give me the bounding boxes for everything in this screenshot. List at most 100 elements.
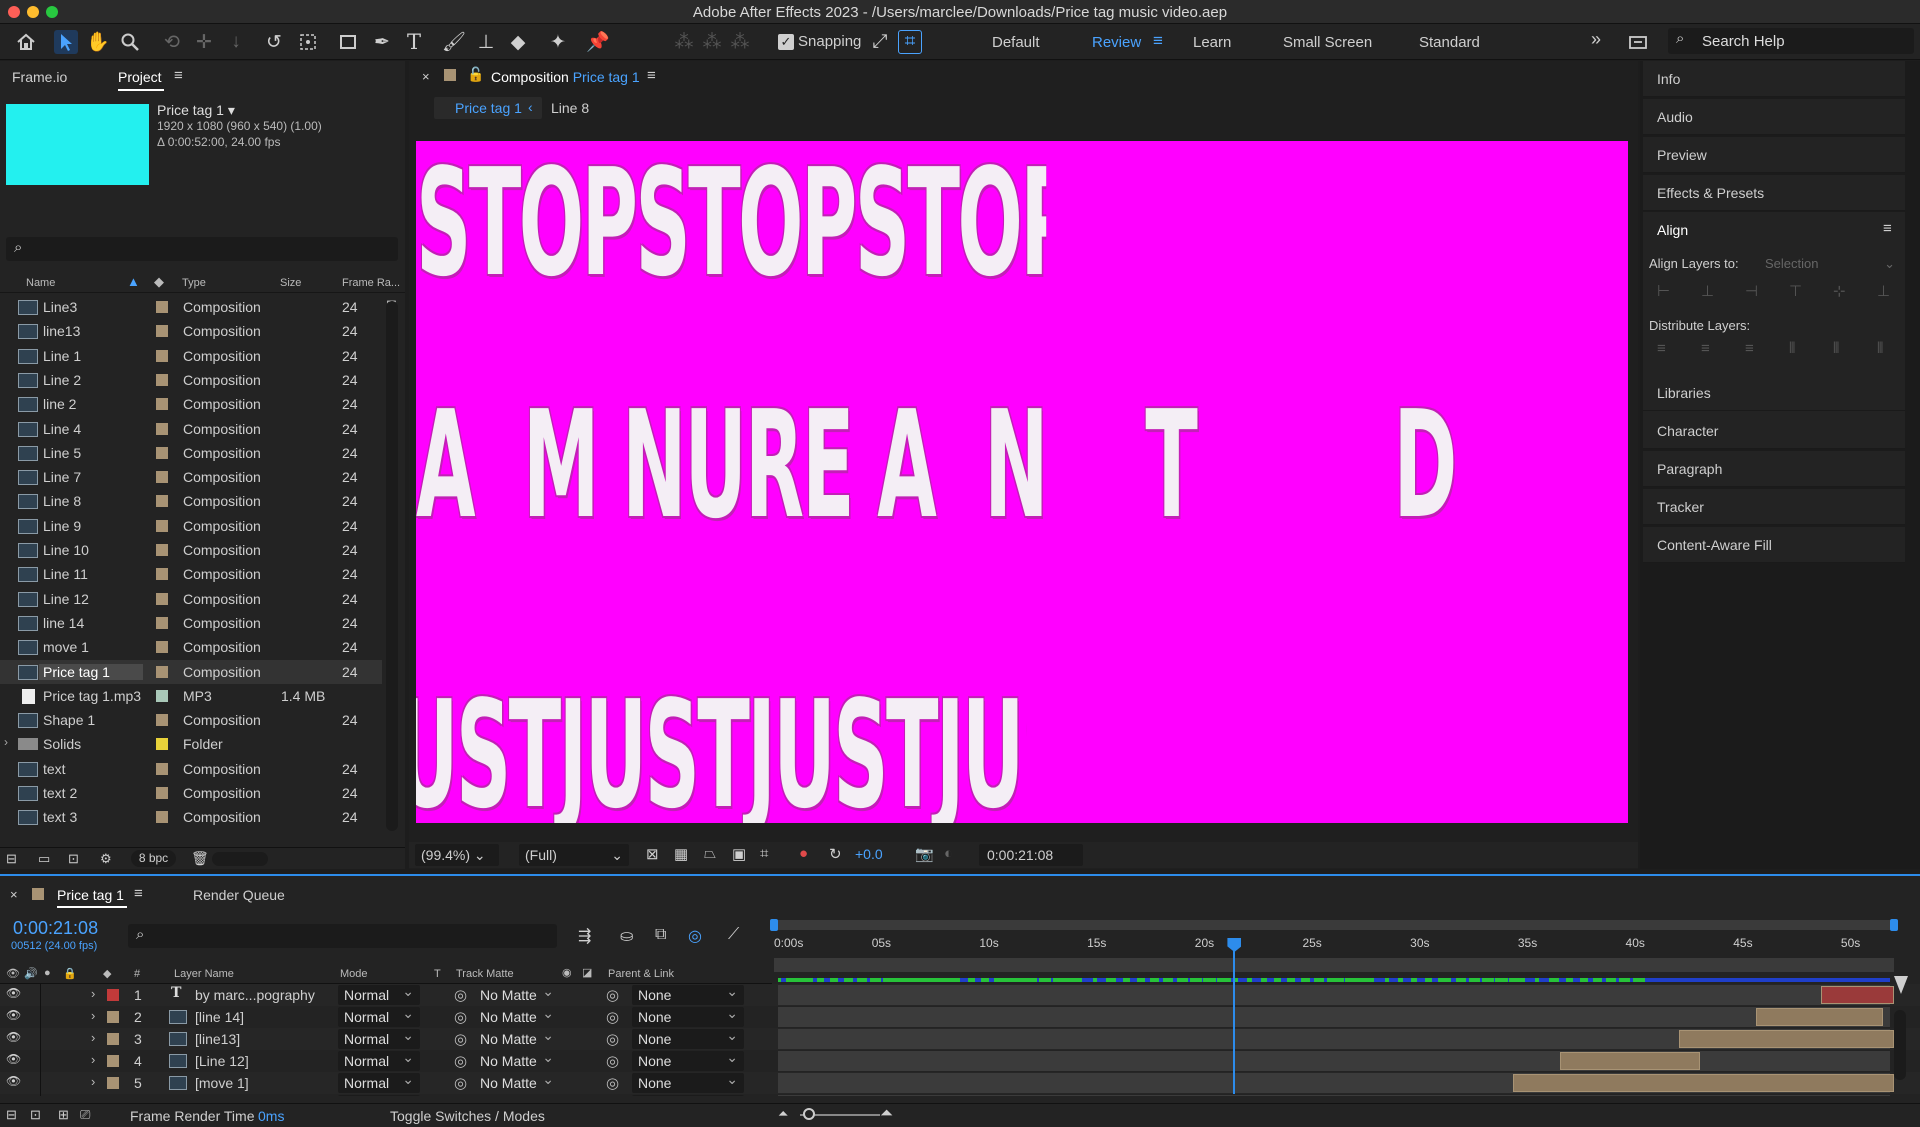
share-icon[interactable] <box>1626 30 1650 54</box>
mask-visibility-icon[interactable]: ⏢ <box>704 845 716 862</box>
interpret-footage-icon[interactable]: ⊟ <box>6 851 17 867</box>
label-swatch[interactable] <box>156 373 168 386</box>
distribute-hcenter-icon[interactable]: ⫴ <box>1833 340 1839 357</box>
magnification-dropdown[interactable]: (99.4%) ⌄ <box>415 844 499 866</box>
toggle-switches-modes[interactable]: Toggle Switches / Modes <box>390 1108 545 1124</box>
track-matte-dropdown[interactable]: No Matte <box>474 1005 558 1027</box>
column-frame-rate[interactable]: Frame Ra... <box>342 277 400 289</box>
render-pane-icon[interactable]: ⎚ <box>80 1107 90 1123</box>
workspace-menu-icon[interactable]: ≡ <box>1153 31 1163 51</box>
zoom-out-icon[interactable]: ⏶ <box>778 1106 788 1122</box>
label-swatch[interactable] <box>156 471 168 484</box>
project-item[interactable]: Price tag 1.mp3 MP3 1.4 MB <box>0 684 382 708</box>
layer-row[interactable]: 👁›6[text 3]Normal◎No Matte◎None <box>0 1093 1920 1096</box>
align-bottom-icon[interactable]: ⊥ <box>1877 282 1890 300</box>
label-swatch[interactable] <box>156 689 168 702</box>
layer-duration-bar[interactable] <box>1512 1074 1894 1092</box>
label-swatch[interactable] <box>156 787 168 799</box>
expand-layer-chevron-icon[interactable]: › <box>91 1030 95 1045</box>
work-area-end-handle[interactable] <box>1890 919 1898 931</box>
layer-label-swatch[interactable] <box>107 1033 119 1045</box>
project-item[interactable]: Line 5 Composition 24 <box>0 441 382 465</box>
label-swatch[interactable] <box>156 641 168 654</box>
eraser-tool-icon[interactable]: ◆ <box>506 30 530 54</box>
timeline-scrollbar[interactable] <box>1894 1010 1906 1080</box>
frame-blending-icon[interactable]: ⧉ <box>655 926 666 944</box>
label-swatch[interactable] <box>156 714 168 727</box>
lock-icon[interactable]: 🔓 <box>467 66 484 83</box>
view-axis-icon[interactable]: ⁂ <box>728 30 752 54</box>
panel-menu-icon[interactable]: ≡ <box>1883 220 1892 237</box>
label-swatch[interactable] <box>156 762 168 775</box>
rotation-tool-icon[interactable]: ↺ <box>262 30 286 54</box>
distribute-left-icon[interactable]: ⫴ <box>1789 340 1795 357</box>
zoom-tool-icon[interactable] <box>118 30 142 54</box>
pan-behind-tool-icon[interactable] <box>296 30 320 54</box>
workspace-small-screen[interactable]: Small Screen <box>1283 34 1372 51</box>
expand-layer-chevron-icon[interactable]: › <box>91 1074 95 1089</box>
label-swatch[interactable] <box>156 568 168 581</box>
align-hcenter-icon[interactable]: ⊥ <box>1701 282 1714 300</box>
in-out-panes-icon[interactable]: ⊡ <box>30 1107 41 1123</box>
matte-pickwhip-icon[interactable]: ◎ <box>454 1030 467 1048</box>
right-panel-info[interactable]: Info <box>1643 61 1905 97</box>
project-item[interactable]: Line 9 Composition 24 <box>0 514 382 538</box>
right-panel-character[interactable]: Character <box>1643 413 1905 449</box>
layer-label-swatch[interactable] <box>107 1077 119 1089</box>
playhead[interactable] <box>1227 938 1242 1094</box>
label-swatch[interactable] <box>156 811 168 824</box>
layer-row[interactable]: 👁 › 5 [move 1] Normal ◎ No Matte ◎ None <box>0 1071 1920 1094</box>
project-item[interactable]: › Solids Folder <box>0 732 382 756</box>
expand-layer-chevron-icon[interactable]: › <box>91 986 95 1001</box>
column-type[interactable]: Type <box>182 277 206 289</box>
disclosure-triangle-icon[interactable]: › <box>4 735 8 749</box>
snap-edges-icon[interactable]: ⤢ <box>868 30 892 54</box>
layer-label-swatch[interactable] <box>107 1011 119 1023</box>
parent-pickwhip-icon[interactable]: ◎ <box>606 1074 619 1092</box>
align-left-icon[interactable]: ⊢ <box>1657 282 1670 300</box>
layer-name[interactable]: [move 1] <box>195 1075 249 1091</box>
track-matte-dropdown[interactable]: No Matte <box>474 1027 558 1049</box>
parent-dropdown[interactable]: None <box>632 1093 744 1096</box>
channel-icon[interactable]: ● <box>799 845 808 862</box>
composition-canvas[interactable]: STOPSTOPSTOPSTOPSTOPSTOPST A M NURE A N … <box>416 141 1628 823</box>
panel-menu-icon[interactable]: ≡ <box>134 885 143 902</box>
expand-layer-chevron-icon[interactable]: › <box>91 1008 95 1023</box>
project-search-input[interactable]: ⌕ <box>6 237 398 261</box>
layer-label-swatch[interactable] <box>107 989 119 1001</box>
puppet-pin-tool-icon[interactable]: 📌 <box>586 30 610 54</box>
align-right-icon[interactable]: ⊣ <box>1745 282 1758 300</box>
workspace-review[interactable]: Review <box>1092 34 1141 51</box>
workspace-default[interactable]: Default <box>992 34 1040 51</box>
label-swatch[interactable] <box>156 422 168 435</box>
sort-ascending-icon[interactable]: ▲ <box>127 274 140 289</box>
hand-tool-icon[interactable]: ✋ <box>86 30 110 54</box>
stretch-panes-icon[interactable]: ⊞ <box>58 1107 69 1123</box>
label-column-icon[interactable]: ◆ <box>103 967 111 980</box>
parent-dropdown[interactable]: None <box>632 1071 744 1093</box>
breadcrumb-price-tag[interactable]: Price tag 1 <box>455 100 522 116</box>
roto-brush-tool-icon[interactable]: ✦ <box>546 30 570 54</box>
label-swatch[interactable] <box>156 398 168 411</box>
label-swatch[interactable] <box>156 616 168 629</box>
label-swatch[interactable] <box>156 665 168 678</box>
column-layer-name[interactable]: Layer Name <box>174 968 234 980</box>
matte-pickwhip-icon[interactable]: ◎ <box>454 1052 467 1070</box>
rectangle-tool-icon[interactable] <box>336 30 360 54</box>
blend-mode-dropdown[interactable]: Normal <box>338 1005 420 1027</box>
label-swatch[interactable] <box>156 495 168 508</box>
project-item[interactable]: line13 Composition 24 <box>0 319 382 343</box>
reset-exposure-icon[interactable]: ↻ <box>829 845 842 863</box>
local-axis-icon[interactable]: ⁂ <box>672 30 696 54</box>
label-column-icon[interactable]: ◆ <box>154 274 164 290</box>
track-matte-dropdown[interactable]: No Matte <box>474 984 558 1005</box>
right-panel-audio[interactable]: Audio <box>1643 99 1905 135</box>
exposure-value[interactable]: +0.0 <box>855 846 883 862</box>
audio-switch-icon[interactable]: 🔊 <box>24 967 38 980</box>
right-panel-paragraph[interactable]: Paragraph <box>1643 451 1905 487</box>
right-panel-tracker[interactable]: Tracker <box>1643 489 1905 525</box>
parent-pickwhip-icon[interactable]: ◎ <box>606 1052 619 1070</box>
label-swatch[interactable] <box>156 592 168 605</box>
type-tool-icon[interactable]: T <box>402 30 426 54</box>
guides-grid-icon[interactable]: ⌗ <box>760 845 768 862</box>
